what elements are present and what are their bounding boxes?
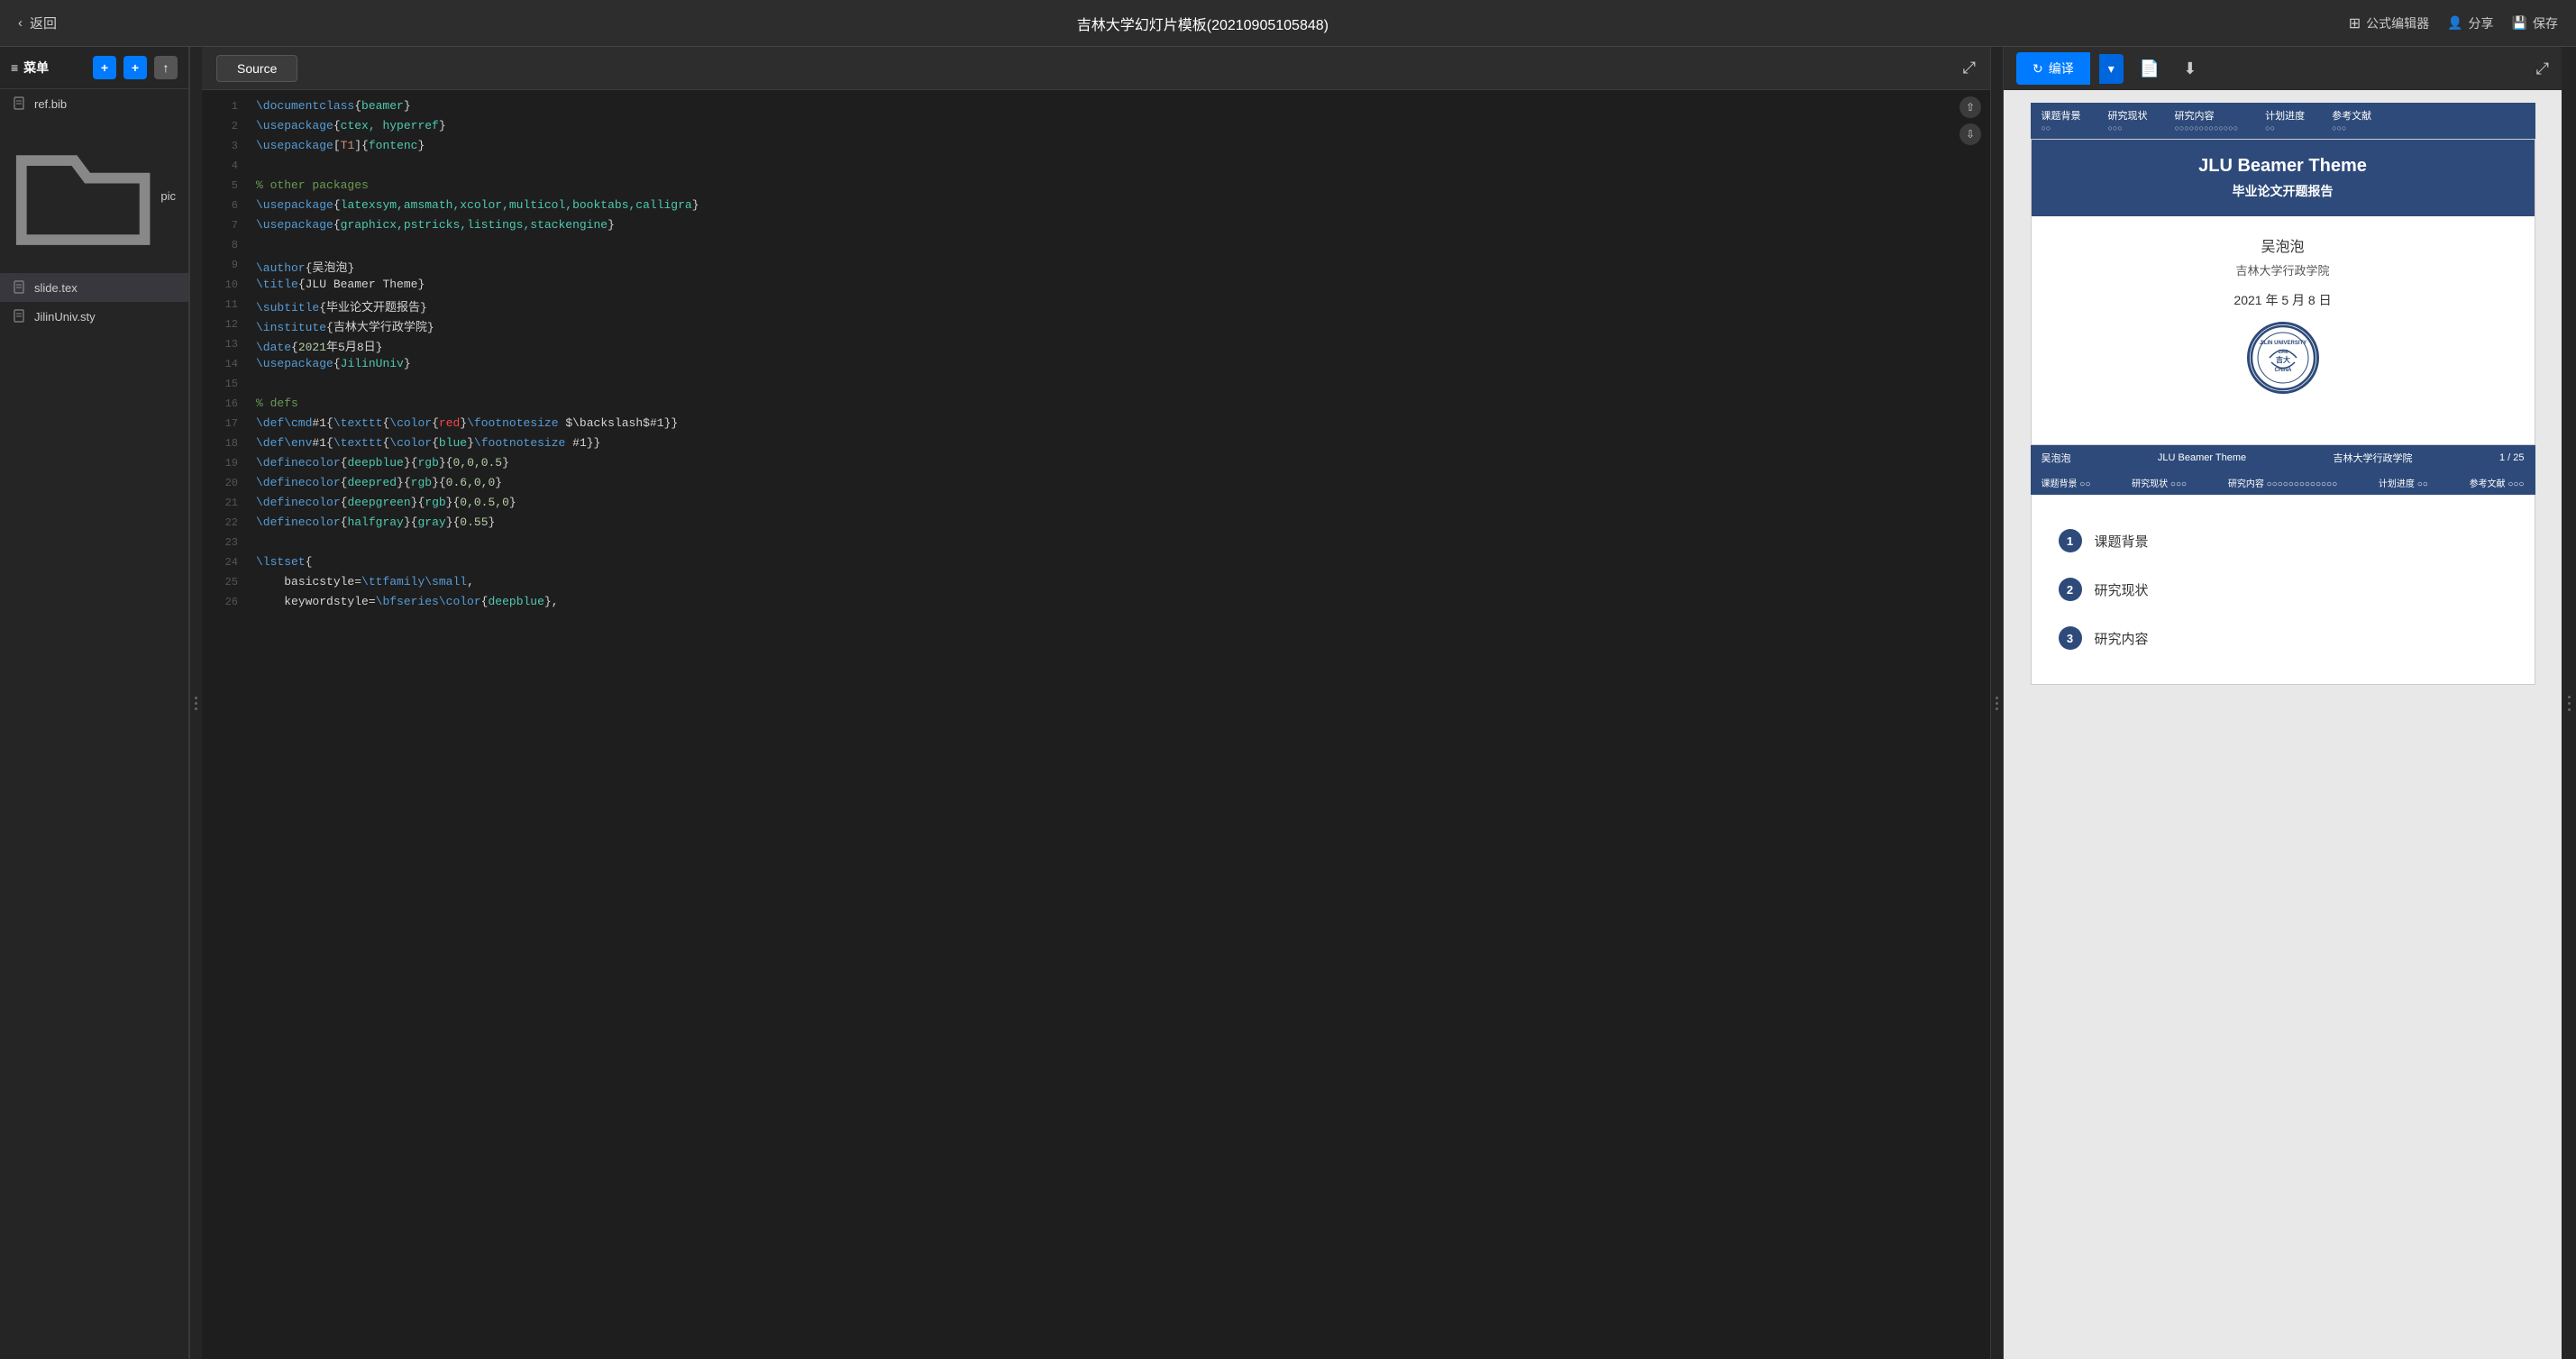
slide-main: JLU Beamer Theme 毕业论文开题报告 吴泡泡 吉林大学行政学院 2… [2031, 139, 2535, 445]
topbar-actions: ⊞ 公式编辑器 👤 分享 💾 保存 [2349, 14, 2558, 32]
refresh-icon: ↻ [2032, 61, 2043, 77]
topbar: ‹ 返回 吉林大学幻灯片模板(20210905105848) ⊞ 公式编辑器 👤… [0, 0, 2576, 47]
back-button[interactable]: ‹ 返回 [18, 14, 57, 32]
share-icon: 👤 [2447, 15, 2462, 31]
code-line-22: 22 \definecolor{halfgray}{gray}{0.55} [202, 515, 1990, 535]
slide-title-block: JLU Beamer Theme 毕业论文开题报告 [2032, 140, 2535, 216]
source-tab[interactable]: Source [216, 55, 297, 82]
slide-top-nav: 课题背景○○ 研究现状○○○ 研究内容○○○○○○○○○○○○○ 计划进度○○ … [2031, 103, 2535, 139]
code-line-15: 15 [202, 377, 1990, 397]
toc-item-1: 1 课题背景 [2059, 516, 2507, 565]
editor-area: Source ⤢ 1 \documentclass{beamer} 2 \use… [202, 47, 1990, 1359]
menu-label[interactable]: ≡ 菜单 [11, 59, 86, 77]
footer-page: 1 / 25 [2499, 452, 2525, 463]
code-line-2: 2 \usepackage{ctex, hyperref} [202, 119, 1990, 139]
upload-button[interactable]: ↑ [154, 56, 178, 79]
code-line-1: 1 \documentclass{beamer} [202, 99, 1990, 119]
slide-bottom-nav: 课题背景 ○○ 研究现状 ○○○ 研究内容 ○○○○○○○○○○○○○ 计划进度… [2031, 470, 2535, 495]
toc-item-3: 3 研究内容 [2059, 614, 2507, 662]
code-line-13: 13 \date{2021年5月8日} [202, 337, 1990, 357]
code-line-25: 25 basicstyle=\ttfamily\small, [202, 575, 1990, 595]
sidebar-item-pic[interactable]: pic [0, 118, 188, 273]
code-line-3: 3 \usepackage[T1]{fontenc} [202, 139, 1990, 159]
code-line-9: 9 \author{吴泡泡} [202, 258, 1990, 278]
code-line-19: 19 \definecolor{deepblue}{rgb}{0,0,0.5} [202, 456, 1990, 476]
slide-title-main: JLU Beamer Theme [2059, 156, 2507, 177]
back-label: 返回 [30, 14, 57, 32]
expand-preview-icon[interactable]: ⤢ [2536, 59, 2549, 78]
back-icon: ‹ [18, 15, 23, 31]
footer-author: 吴泡泡 [2042, 451, 2071, 465]
code-line-21: 21 \definecolor{deepgreen}{rgb}{0,0.5,0} [202, 496, 1990, 515]
svg-text:吉大: 吉大 [2276, 355, 2290, 364]
nav-items: 课题背景○○ 研究现状○○○ 研究内容○○○○○○○○○○○○○ 计划进度○○ … [2042, 108, 2372, 133]
code-line-17: 17 \def\cmd#1{\texttt{\color{red}\footno… [202, 416, 1990, 436]
code-line-4: 4 [202, 159, 1990, 178]
formula-editor-button[interactable]: ⊞ 公式编辑器 [2349, 14, 2429, 32]
preview-toolbar: ↻ 编译 ▾ 📄 ⬇ ⤢ [2004, 47, 2562, 90]
code-line-20: 20 \definecolor{deepred}{rgb}{0.6,0,0} [202, 476, 1990, 496]
footer-institute: 吉林大学行政学院 [2334, 451, 2413, 465]
svg-text:JILIN UNIVERSITY: JILIN UNIVERSITY [2259, 341, 2306, 346]
menu-icon: ≡ [11, 60, 18, 75]
file-icon [13, 280, 27, 295]
slide-institute: 吉林大学行政学院 [2050, 261, 2517, 278]
scroll-down-arrow[interactable]: ⇩ [1959, 123, 1981, 145]
slide-1: 课题背景○○ 研究现状○○○ 研究内容○○○○○○○○○○○○○ 计划进度○○ … [2031, 103, 2535, 685]
folder-icon [13, 125, 153, 266]
file-icon [13, 309, 27, 324]
code-line-5: 5 % other packages [202, 178, 1990, 198]
preview-pane: ↻ 编译 ▾ 📄 ⬇ ⤢ 课题背景○○ 研究现状○○○ 研究内容○○○○○○○○… [2003, 47, 2562, 1359]
code-line-11: 11 \subtitle{毕业论文开题报告} [202, 297, 1990, 317]
sidebar-item-jilinuniv-sty[interactable]: JilinUniv.sty [0, 302, 188, 331]
slide-date: 2021 年 5 月 8 日 [2050, 291, 2517, 309]
document-icon-button[interactable]: 📄 [2133, 56, 2167, 82]
sidebar: ≡ 菜单 + + ↑ ref.bib ··· pic slide.tex ···… [0, 47, 189, 1359]
code-line-10: 10 \title{JLU Beamer Theme} [202, 278, 1990, 297]
code-line-8: 8 [202, 238, 1990, 258]
sidebar-item-slide-tex[interactable]: slide.tex ··· [0, 273, 188, 302]
code-editor[interactable]: 1 \documentclass{beamer} 2 \usepackage{c… [202, 90, 1990, 1359]
slide-toc: 1 课题背景 2 研究现状 3 研究内容 [2031, 495, 2535, 685]
right-collapse-handle[interactable] [2562, 47, 2576, 1359]
jlu-logo-svg: JILIN UNIVERSITY 1946 CHINA 吉大 [2250, 324, 2316, 391]
code-line-26: 26 keywordstyle=\bfseries\color{deepblue… [202, 595, 1990, 615]
file-icon [13, 96, 27, 111]
code-line-6: 6 \usepackage{latexsym,amsmath,xcolor,mu… [202, 198, 1990, 218]
formula-icon: ⊞ [2349, 14, 2361, 32]
main-area: ≡ 菜单 + + ↑ ref.bib ··· pic slide.tex ···… [0, 47, 2576, 1359]
preview-content[interactable]: 课题背景○○ 研究现状○○○ 研究内容○○○○○○○○○○○○○ 计划进度○○ … [2004, 90, 2562, 1359]
document-title: 吉林大学幻灯片模板(20210905105848) [1077, 13, 1329, 34]
add-file-button[interactable]: + [93, 56, 116, 79]
slide-title-sub: 毕业论文开题报告 [2059, 182, 2507, 200]
code-line-24: 24 \lstset{ [202, 555, 1990, 575]
code-line-14: 14 \usepackage{JilinUniv} [202, 357, 1990, 377]
add-folder-button[interactable]: + [123, 56, 147, 79]
editor-right-collapse-handle[interactable] [1990, 47, 2003, 1359]
slide-author: 吴泡泡 [2050, 234, 2517, 256]
code-line-16: 16 % defs [202, 397, 1990, 416]
jlu-logo: JILIN UNIVERSITY 1946 CHINA 吉大 [2247, 322, 2319, 394]
compile-button[interactable]: ↻ 编译 [2016, 52, 2090, 85]
expand-editor-icon[interactable]: ⤢ [1963, 59, 1976, 78]
code-line-23: 23 [202, 535, 1990, 555]
toc-item-2: 2 研究现状 [2059, 565, 2507, 614]
save-button[interactable]: 💾 保存 [2512, 14, 2558, 32]
compile-dropdown-button[interactable]: ▾ [2099, 54, 2124, 84]
sidebar-toolbar: ≡ 菜单 + + ↑ [0, 47, 188, 89]
download-icon-button[interactable]: ⬇ [2176, 56, 2204, 82]
code-line-7: 7 \usepackage{graphicx,pstricks,listings… [202, 218, 1990, 238]
editor-toolbar: Source ⤢ [202, 47, 1990, 90]
scroll-up-arrow[interactable]: ⇧ [1959, 96, 1981, 118]
save-icon: 💾 [2512, 15, 2527, 31]
slide-footer: 吴泡泡 JLU Beamer Theme 吉林大学行政学院 1 / 25 [2031, 445, 2535, 470]
left-collapse-handle[interactable] [189, 47, 202, 1359]
footer-theme: JLU Beamer Theme [2158, 452, 2246, 463]
share-button[interactable]: 👤 分享 [2447, 14, 2493, 32]
code-line-18: 18 \def\env#1{\texttt{\color{blue}\footn… [202, 436, 1990, 456]
sidebar-item-ref-bib[interactable]: ref.bib ··· [0, 89, 188, 118]
code-line-12: 12 \institute{吉林大学行政学院} [202, 317, 1990, 337]
